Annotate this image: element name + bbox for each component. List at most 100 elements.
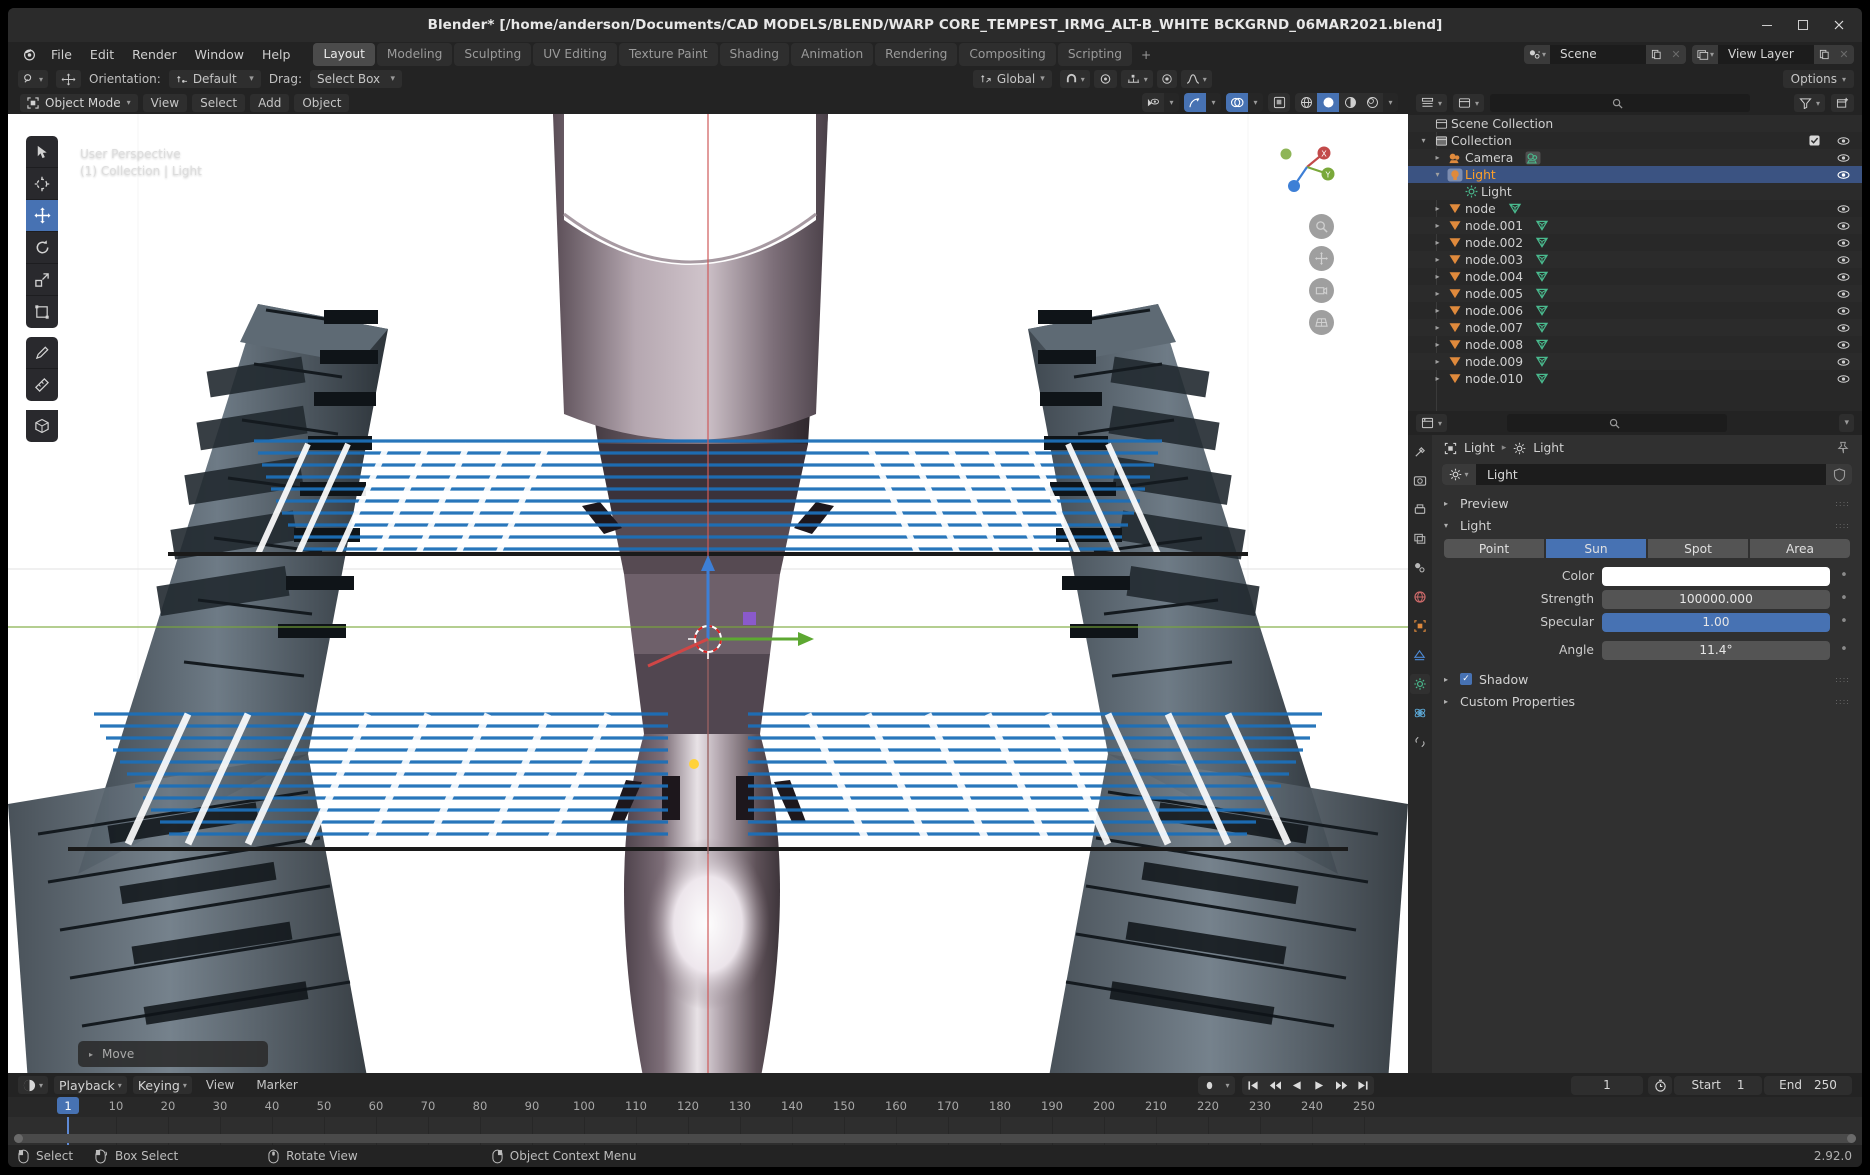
visibility-eye-icon[interactable]	[1837, 370, 1850, 387]
visibility-eye-icon[interactable]	[1837, 251, 1850, 268]
disclosure-triangle[interactable]: ▸	[1430, 238, 1445, 247]
camera-data-icon[interactable]	[1525, 150, 1541, 165]
workspace-tab-compositing[interactable]: Compositing	[959, 43, 1056, 66]
viewport-canvas[interactable]: User Perspective (1) Collection | Light	[8, 114, 1408, 1073]
annotate-tool[interactable]	[26, 337, 58, 369]
color-swatch[interactable]	[1602, 566, 1830, 586]
panel-header-preview[interactable]: ▸ Preview ::::	[1432, 492, 1862, 514]
operator-redo-panel[interactable]: ▸ Move	[78, 1041, 268, 1067]
light-data-name[interactable]: Light	[1476, 468, 1826, 482]
shading-wireframe-icon[interactable]	[1295, 93, 1317, 112]
light-type-area[interactable]: Area	[1750, 539, 1850, 558]
outliner-row-node-005[interactable]: ▸ node.005	[1408, 285, 1862, 302]
object-visibility-group[interactable]: ▾	[1142, 93, 1179, 112]
outliner-row-node[interactable]: ▸ node	[1408, 200, 1862, 217]
jump-prev-keyframe-icon[interactable]	[1264, 1076, 1286, 1095]
view-layer-selector[interactable]: ▾ View Layer ✕	[1692, 45, 1854, 64]
timeline-horizontal-scrollbar[interactable]	[14, 1134, 1856, 1143]
angle-value[interactable]: 11.4°	[1602, 640, 1830, 660]
scrollbar-handle-right[interactable]	[1847, 1134, 1856, 1143]
scrollbar-handle-left[interactable]	[14, 1134, 23, 1143]
outliner-row-light-data[interactable]: Light	[1408, 183, 1862, 200]
navigation-gizmo[interactable]: X Y	[1276, 136, 1338, 198]
timeline-menu-playback[interactable]: Playback ▾	[54, 1076, 127, 1094]
scene-name[interactable]: Scene	[1550, 45, 1646, 64]
viewport-menu-view[interactable]: View	[142, 93, 188, 112]
outliner-row-collection[interactable]: ▾ Collection	[1408, 132, 1862, 149]
shading-material-icon[interactable]	[1339, 93, 1361, 112]
workspace-tab-texture-paint[interactable]: Texture Paint	[618, 43, 718, 66]
scene-selector[interactable]: ▾ Scene ✕	[1524, 45, 1686, 64]
mesh-data-icon[interactable]	[1535, 304, 1549, 317]
maximize-icon[interactable]	[1786, 10, 1820, 40]
keyframe-type-icon[interactable]	[1198, 1076, 1220, 1095]
mesh-data-icon[interactable]	[1508, 202, 1522, 215]
mesh-data-icon[interactable]	[1535, 219, 1549, 232]
visibility-eye-icon[interactable]	[1837, 336, 1850, 353]
rotate-tool[interactable]	[26, 232, 58, 264]
outliner-row-camera[interactable]: ▸ Camera	[1408, 149, 1862, 166]
disclosure-triangle[interactable]: ▸	[1430, 323, 1445, 332]
viewport-menu-select[interactable]: Select	[192, 93, 246, 112]
disclosure-triangle[interactable]: ▸	[1430, 153, 1445, 162]
light-type-sun[interactable]: Sun	[1546, 539, 1646, 558]
disclosure-triangle[interactable]: ▸	[1430, 272, 1445, 281]
panel-header-shadow[interactable]: ▸ ✓ Shadow ::::	[1432, 668, 1862, 690]
ortho-persp-nav-icon[interactable]	[1309, 310, 1334, 335]
mesh-data-icon[interactable]	[1535, 253, 1549, 266]
panel-header-custom-properties[interactable]: ▸ Custom Properties ::::	[1432, 690, 1862, 712]
disclosure-triangle[interactable]: ▸	[1430, 374, 1445, 383]
properties-search-input[interactable]	[1507, 414, 1728, 432]
play-icon[interactable]	[1308, 1076, 1330, 1095]
transform-orientation-dropdown[interactable]: Global ▾	[972, 70, 1052, 88]
cursor-tool[interactable]	[26, 168, 58, 200]
move-tool[interactable]	[26, 200, 58, 232]
chevron-down-icon[interactable]: ▾	[1383, 93, 1398, 112]
outliner-display-mode-icon[interactable]: ▾	[1416, 94, 1448, 112]
measure-tool[interactable]	[26, 369, 58, 401]
workspace-tab-add[interactable]: +	[1134, 44, 1158, 66]
disclosure-triangle[interactable]: ▾	[1416, 136, 1431, 145]
camera-nav-icon[interactable]	[1309, 278, 1334, 303]
visibility-eye-icon[interactable]	[1837, 132, 1850, 149]
visibility-eye-icon[interactable]	[1837, 268, 1850, 285]
timeline-playhead[interactable]: 1	[57, 1097, 79, 1114]
outliner-row-light[interactable]: ▾ Light	[1408, 166, 1862, 183]
tab-world[interactable]	[1410, 587, 1430, 607]
outliner-row-node-009[interactable]: ▸ node.009	[1408, 353, 1862, 370]
visibility-eye-icon[interactable]	[1837, 353, 1850, 370]
workspace-tab-layout[interactable]: Layout	[313, 43, 375, 66]
properties-editor-icon[interactable]: ▾	[1416, 414, 1448, 432]
workspace-tab-uv-editing[interactable]: UV Editing	[533, 43, 617, 66]
new-collection-icon[interactable]	[1831, 94, 1854, 112]
disclosure-triangle[interactable]: ▸	[1430, 221, 1445, 230]
falloff-curve-icon[interactable]: ▾	[1180, 70, 1212, 88]
tab-constraints[interactable]	[1410, 732, 1430, 752]
drag-dropdown[interactable]: Select Box ▾	[310, 70, 402, 88]
tweak-select-tool[interactable]	[26, 136, 58, 168]
tab-view-layer[interactable]	[1410, 529, 1430, 549]
mode-selector[interactable]: Object Mode ▾	[20, 93, 138, 112]
chevron-down-icon[interactable]: ▾	[1164, 93, 1179, 112]
visibility-eye-icon[interactable]	[1837, 234, 1850, 251]
mesh-data-icon[interactable]	[1535, 236, 1549, 249]
chevron-down-icon[interactable]: ▾	[1248, 93, 1263, 112]
light-data-sun-icon[interactable]: ▾	[1442, 464, 1476, 485]
tab-object-data[interactable]	[1410, 674, 1430, 694]
overlays-group[interactable]: ▾	[1226, 93, 1263, 112]
outliner-search-input[interactable]	[1490, 94, 1751, 112]
menu-window[interactable]: Window	[186, 44, 253, 65]
mesh-data-icon[interactable]	[1535, 355, 1549, 368]
fake-user-shield-icon[interactable]	[1826, 464, 1852, 485]
filter-funnel-icon[interactable]: ▾	[1793, 94, 1825, 112]
viewport-menu-object[interactable]: Object	[294, 93, 350, 112]
blender-logo-icon[interactable]	[16, 47, 42, 62]
visibility-eye-icon[interactable]	[1837, 149, 1850, 166]
mesh-data-icon[interactable]	[1535, 372, 1549, 385]
light-type-point[interactable]: Point	[1444, 539, 1544, 558]
gizmo-icon[interactable]	[1184, 93, 1206, 112]
animate-property-dot[interactable]: •	[1838, 643, 1850, 656]
breadcrumb-data-name[interactable]: Light	[1533, 441, 1564, 455]
menu-edit[interactable]: Edit	[81, 44, 123, 65]
gizmo-group[interactable]: ▾	[1184, 93, 1221, 112]
